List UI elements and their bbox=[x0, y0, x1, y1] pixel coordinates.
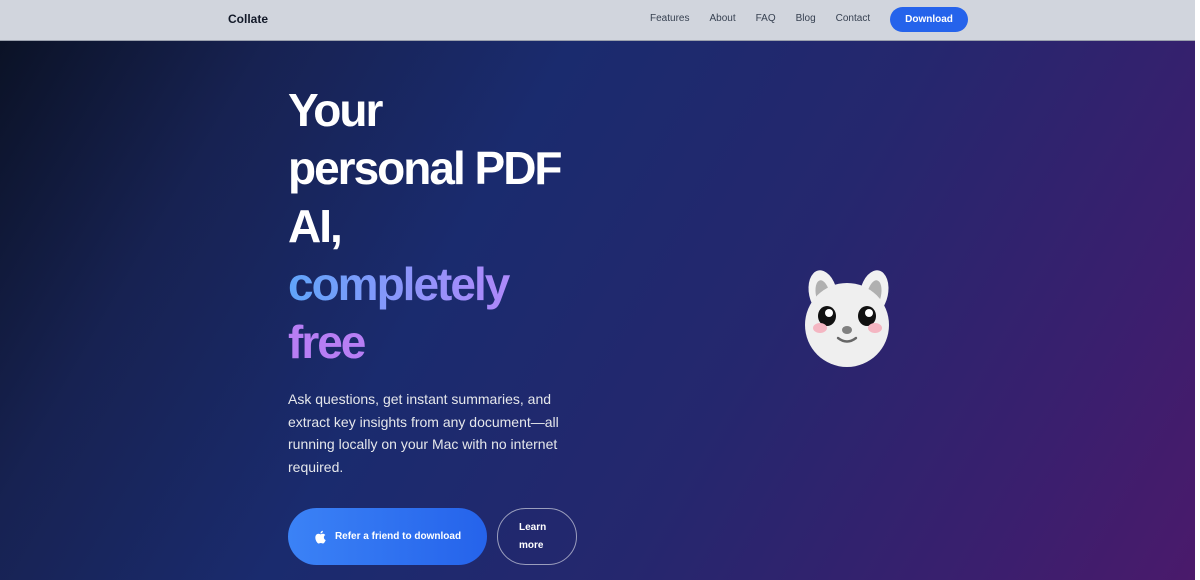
download-button[interactable]: Download bbox=[890, 7, 968, 32]
nav-link-features[interactable]: Features bbox=[650, 13, 689, 24]
hero-headline: Your personal PDF AI, completely free bbox=[288, 81, 608, 371]
headline-highlight: completely bbox=[288, 255, 608, 313]
hero-section: Your personal PDF AI, completely free As… bbox=[0, 41, 1195, 580]
nav-link-faq[interactable]: FAQ bbox=[756, 13, 776, 24]
nav-link-blog[interactable]: Blog bbox=[796, 13, 816, 24]
hero-description: Ask questions, get instant summaries, an… bbox=[288, 391, 559, 475]
apple-icon bbox=[314, 530, 326, 544]
top-navigation-bar: Collate Features About FAQ Blog Contact … bbox=[0, 0, 1195, 41]
refer-friend-download-button[interactable]: Refer a friend to download bbox=[288, 508, 487, 565]
learn-more-line-1: Learn bbox=[519, 522, 547, 533]
nav-link-about[interactable]: About bbox=[709, 13, 735, 24]
bunny-mascot-icon bbox=[800, 267, 896, 371]
headline-line-1: Your bbox=[288, 84, 383, 136]
primary-button-label: Refer a friend to download bbox=[334, 531, 462, 542]
learn-more-button[interactable]: Learn more bbox=[497, 508, 577, 565]
nav-link-contact[interactable]: Contact bbox=[836, 13, 870, 24]
headline-line-2: personal PDF bbox=[288, 142, 563, 194]
brand-logo-text[interactable]: Collate bbox=[228, 12, 268, 26]
learn-more-line-2: more bbox=[519, 540, 544, 551]
nav-links: Features About FAQ Blog Contact bbox=[650, 13, 870, 24]
headline-line-3: AI, bbox=[288, 200, 343, 252]
headline-highlight-2: free bbox=[288, 316, 366, 368]
